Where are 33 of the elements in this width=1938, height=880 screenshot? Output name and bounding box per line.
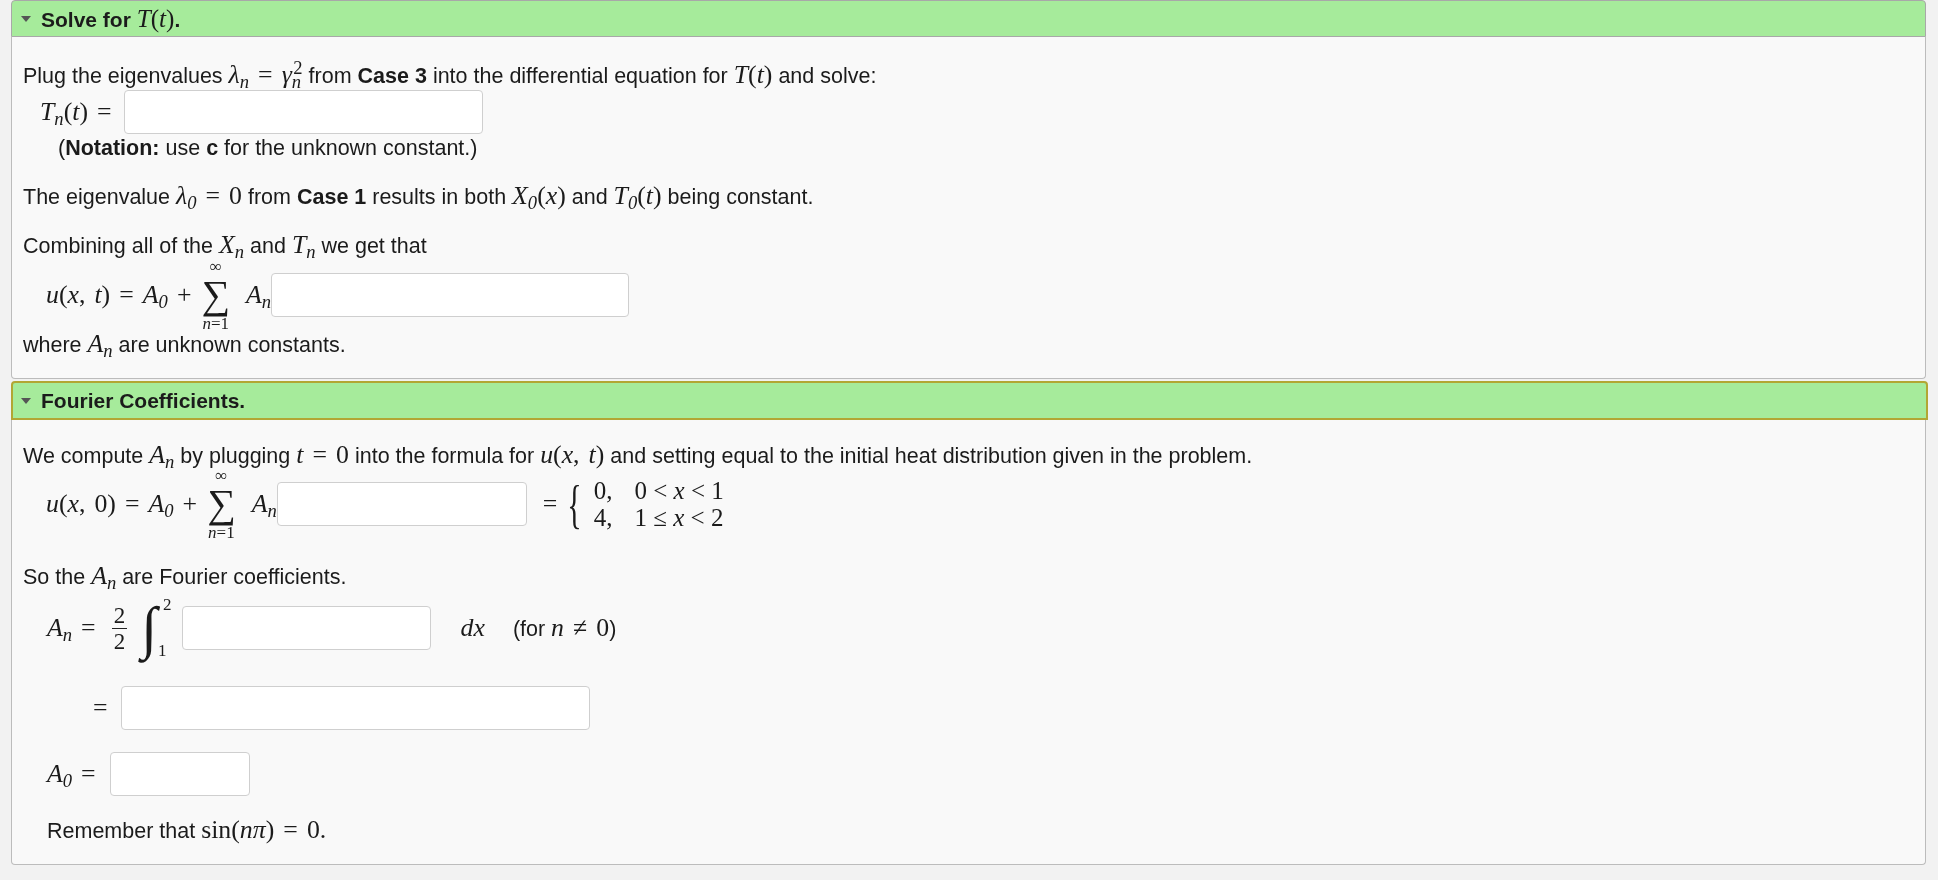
piecewise-function: { 0, 0 < x < 1 4, 1 ≤ x < 2 — [567, 475, 724, 533]
hint-text: Remember that sin(nπ) = 0. — [46, 817, 328, 844]
instruction-text: The eigenvalue λ$_{0}$ = 0 from Case 1 results in both X$_{0}$(x) and T$_{0}$(t) being constant. — [23, 183, 815, 210]
fraction: 2 2 — [111, 602, 128, 654]
answer-field[interactable] — [120, 686, 590, 730]
answer-field[interactable] — [181, 606, 431, 650]
math-expression: u(x, 0) = A$_{0}$ + — [46, 489, 198, 519]
caret-icon[interactable] — [21, 15, 31, 22]
answer-field[interactable] — [276, 482, 527, 526]
instruction-text: where A$_{n}$ are unknown constants. — [23, 331, 347, 358]
math-expression: A$_{0}$ = — [47, 759, 96, 789]
answer-field[interactable] — [109, 752, 250, 796]
instruction-text: Combining all of the X$_{n}$ and T$_{n}$ we get that — [23, 232, 428, 259]
math-expression: u(x, t) = A$_{0}$ + — [46, 280, 192, 310]
section-header[interactable]: Solve for T(t). — [11, 0, 1926, 37]
summation-sign: ∞ ∑ n=1 — [207, 467, 236, 541]
section-header[interactable]: Fourier Coefficients. — [11, 381, 1928, 420]
math-expression: A$_{n}$ — [251, 489, 277, 519]
math-expression: A$_{n}$ — [245, 280, 271, 310]
math-expression: A$_{n}$ = — [47, 613, 96, 643]
hint-text: (Notation: use c for the unknown constant.) — [57, 135, 479, 161]
math-expression: = — [542, 489, 558, 519]
caret-icon[interactable] — [21, 397, 31, 404]
math-expression: T$_{n}$(t) = — [40, 97, 112, 127]
instruction-text: Plug the eigenvalues λ$_{n}$ = γ$_{n}$$^{2}$ from Case 3 into the differential equation for T(t) and solve: — [23, 62, 878, 89]
answer-field[interactable] — [271, 273, 629, 317]
condition-note: (for n ≠ 0) — [512, 614, 617, 642]
summation-sign: ∞ ∑ n=1 — [201, 258, 230, 332]
instruction-text: So the A$_{n}$ are Fourier coefficients. — [23, 563, 348, 590]
math-expression: dx — [460, 613, 485, 643]
instruction-text: We compute A$_{n}$ by plugging t = 0 into the formula for u(x, t) and setting equal to the initial heat distribution given in the problem. — [23, 442, 1254, 469]
math-expression: = — [93, 693, 108, 723]
answer-field[interactable] — [123, 90, 483, 134]
